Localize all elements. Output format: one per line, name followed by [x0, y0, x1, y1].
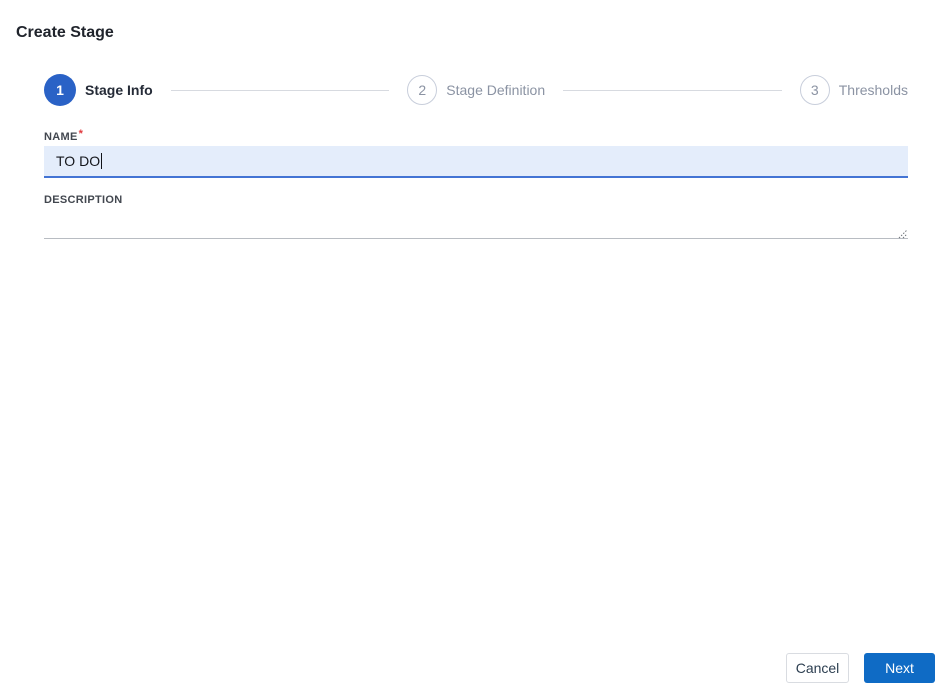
text-caret [101, 153, 102, 169]
wizard-stepper: 1 Stage Info 2 Stage Definition 3 Thresh… [44, 74, 908, 106]
step-stage-definition[interactable]: 2 Stage Definition [407, 75, 545, 105]
resize-handle-icon[interactable] [896, 227, 908, 239]
step-1-number-badge: 1 [44, 74, 76, 106]
required-asterisk: * [78, 128, 84, 140]
next-button[interactable]: Next [864, 653, 935, 683]
step-connector-line [563, 89, 782, 91]
name-field-label: NAME* [44, 128, 84, 143]
step-3-label: Thresholds [838, 82, 908, 98]
step-stage-info[interactable]: 1 Stage Info [44, 74, 153, 106]
step-2-number-badge: 2 [407, 75, 438, 105]
step-1-label: Stage Info [85, 82, 153, 98]
step-thresholds[interactable]: 3 Thresholds [799, 75, 908, 105]
step-connector-line [170, 89, 390, 91]
name-input[interactable] [44, 146, 908, 178]
step-2-label: Stage Definition [446, 82, 546, 98]
step-3-number-badge: 3 [799, 75, 830, 105]
description-textarea[interactable] [44, 207, 908, 239]
cancel-button[interactable]: Cancel [786, 653, 849, 683]
page-title: Create Stage [16, 24, 114, 41]
description-field-label: DESCRIPTION [44, 194, 123, 206]
